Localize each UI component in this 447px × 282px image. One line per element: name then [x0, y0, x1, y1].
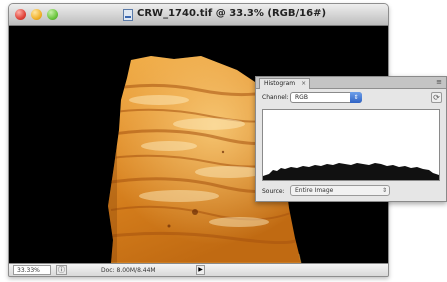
refresh-icon[interactable]: ⟳ [431, 92, 442, 103]
source-label: Source: [262, 188, 285, 195]
zoom-level-field[interactable]: 33.33% [13, 265, 51, 275]
source-value: Entire Image [295, 187, 334, 194]
zoom-button[interactable] [47, 9, 58, 20]
window-title: CRW_1740.tif @ 33.3% (RGB/16#) [137, 8, 327, 19]
histogram-panel: Histogram × ≡ Channel: RGB ⇕ ⟳ Source: E… [255, 76, 447, 202]
status-menu-arrow-icon[interactable]: ▶ [196, 265, 205, 275]
tab-histogram[interactable]: Histogram × [259, 78, 311, 89]
document-size: Doc: 8.00M/8.44M [101, 267, 156, 274]
channel-value: RGB [295, 94, 308, 101]
histogram-graph [262, 109, 440, 181]
tab-close-icon[interactable]: × [301, 79, 306, 89]
channel-select-arrows-icon: ⇕ [350, 92, 362, 103]
minimize-button[interactable] [31, 9, 42, 20]
status-info-icon[interactable]: ⓘ [56, 265, 67, 275]
source-select[interactable]: Entire Image ⇕ [290, 185, 390, 196]
status-bar: 33.33% ⓘ Doc: 8.00M/8.44M ▶ [9, 263, 388, 276]
document-icon [123, 9, 133, 21]
channel-label: Channel: [262, 94, 289, 101]
close-button[interactable] [15, 9, 26, 20]
panel-header[interactable]: Histogram × ≡ [256, 77, 446, 89]
title-bar[interactable]: CRW_1740.tif @ 33.3% (RGB/16#) [9, 4, 388, 26]
channel-select[interactable]: RGB ⇕ [290, 92, 362, 103]
panel-menu-icon[interactable]: ≡ [436, 78, 442, 87]
histogram-curve [263, 163, 439, 180]
tab-histogram-label: Histogram [264, 80, 296, 87]
source-select-arrows-icon: ⇕ [381, 187, 387, 194]
